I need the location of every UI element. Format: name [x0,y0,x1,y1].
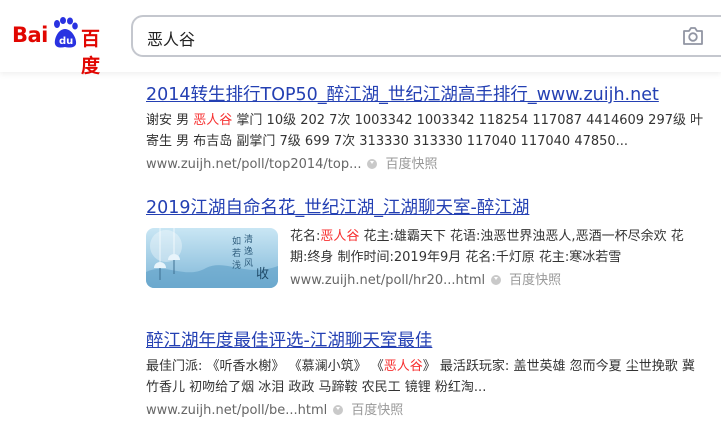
svg-text:若: 若 [232,247,241,259]
snapshot-link[interactable]: 百度快照 [351,403,403,418]
dropdown-icon[interactable] [333,405,344,415]
result-source: www.zuijh.net/poll/top2014/top... 百度快照 [146,155,706,175]
svg-text:收: 收 [256,267,269,282]
snapshot-link[interactable]: 百度快照 [385,157,437,172]
abstract-text: 谢安 男 [146,113,194,128]
highlight-term: 恶人谷 [383,359,423,374]
baidu-logo[interactable]: Bai du 百度 [12,17,116,77]
svg-text:逸: 逸 [244,246,253,257]
result-title[interactable]: 2019江湖自命名花_世纪江湖_江湖聊天室-醉江湖 [146,197,706,219]
snapshot-link[interactable]: 百度快照 [509,273,561,288]
svg-text:风: 风 [244,258,253,269]
result-source: www.zuijh.net/poll/hr20...html 百度快照 [290,271,700,291]
svg-text:如: 如 [232,235,241,247]
result-1: 2014转生排行TOP50_醉江湖_世纪江湖高手排行_www.zuijh.net… [146,84,706,175]
abstract-text: 花名: [290,229,321,244]
thumbnail-image: 如 若 清 逸 浅 风 收 [146,228,278,288]
logo-text-du: du [59,36,74,47]
highlight-term: 恶人谷 [320,229,360,244]
result-thumbnail[interactable]: 如 若 清 逸 浅 风 收 [146,228,278,288]
svg-text:浅: 浅 [232,259,241,271]
abstract-text: 最佳门派: 《听香水榭》 《慕澜小筑》 《 [146,359,384,374]
header-bar: Bai du 百度 恶人谷 [0,0,721,77]
result-3: 醉江湖年度最佳评选-江湖聊天室最佳 最佳门派: 《听香水榭》 《慕澜小筑》 《恶… [146,330,706,421]
search-input[interactable]: 恶人谷 [147,26,195,50]
result-2-body: 花名:恶人谷 花主:雄霸天下 花语:浊恶世界浊恶人,恶酒一杯尽余欢 花期:终身 … [290,226,700,291]
highlight-term: 恶人谷 [193,113,233,128]
logo-text-bai: Bai [12,23,48,47]
result-source: www.zuijh.net/poll/be...html 百度快照 [146,401,706,421]
camera-icon[interactable] [682,26,704,46]
result-url[interactable]: www.zuijh.net/poll/be...html [146,403,327,418]
search-box[interactable]: 恶人谷 [131,15,721,57]
result-url[interactable]: www.zuijh.net/poll/hr20...html [290,273,485,288]
result-2: 2019江湖自命名花_世纪江湖_江湖聊天室-醉江湖 [146,197,706,219]
result-title[interactable]: 2014转生排行TOP50_醉江湖_世纪江湖高手排行_www.zuijh.net [146,84,706,106]
svg-text:清: 清 [244,233,253,245]
result-title[interactable]: 醉江湖年度最佳评选-江湖聊天室最佳 [146,330,706,352]
dropdown-icon[interactable] [367,159,378,169]
dropdown-icon[interactable] [491,275,502,285]
result-abstract: 最佳门派: 《听香水榭》 《慕澜小筑》 《恶人谷》 最活跃玩家: 盖世英雄 忽而… [146,356,706,398]
result-abstract: 谢安 男 恶人谷 掌门 10级 202 7次 1003342 1003342 1… [146,110,706,152]
logo-text-cn: 百度 [81,28,101,77]
result-url[interactable]: www.zuijh.net/poll/top2014/top... [146,157,361,172]
result-abstract: 花名:恶人谷 花主:雄霸天下 花语:浊恶世界浊恶人,恶酒一杯尽余欢 花期:终身 … [290,226,700,268]
